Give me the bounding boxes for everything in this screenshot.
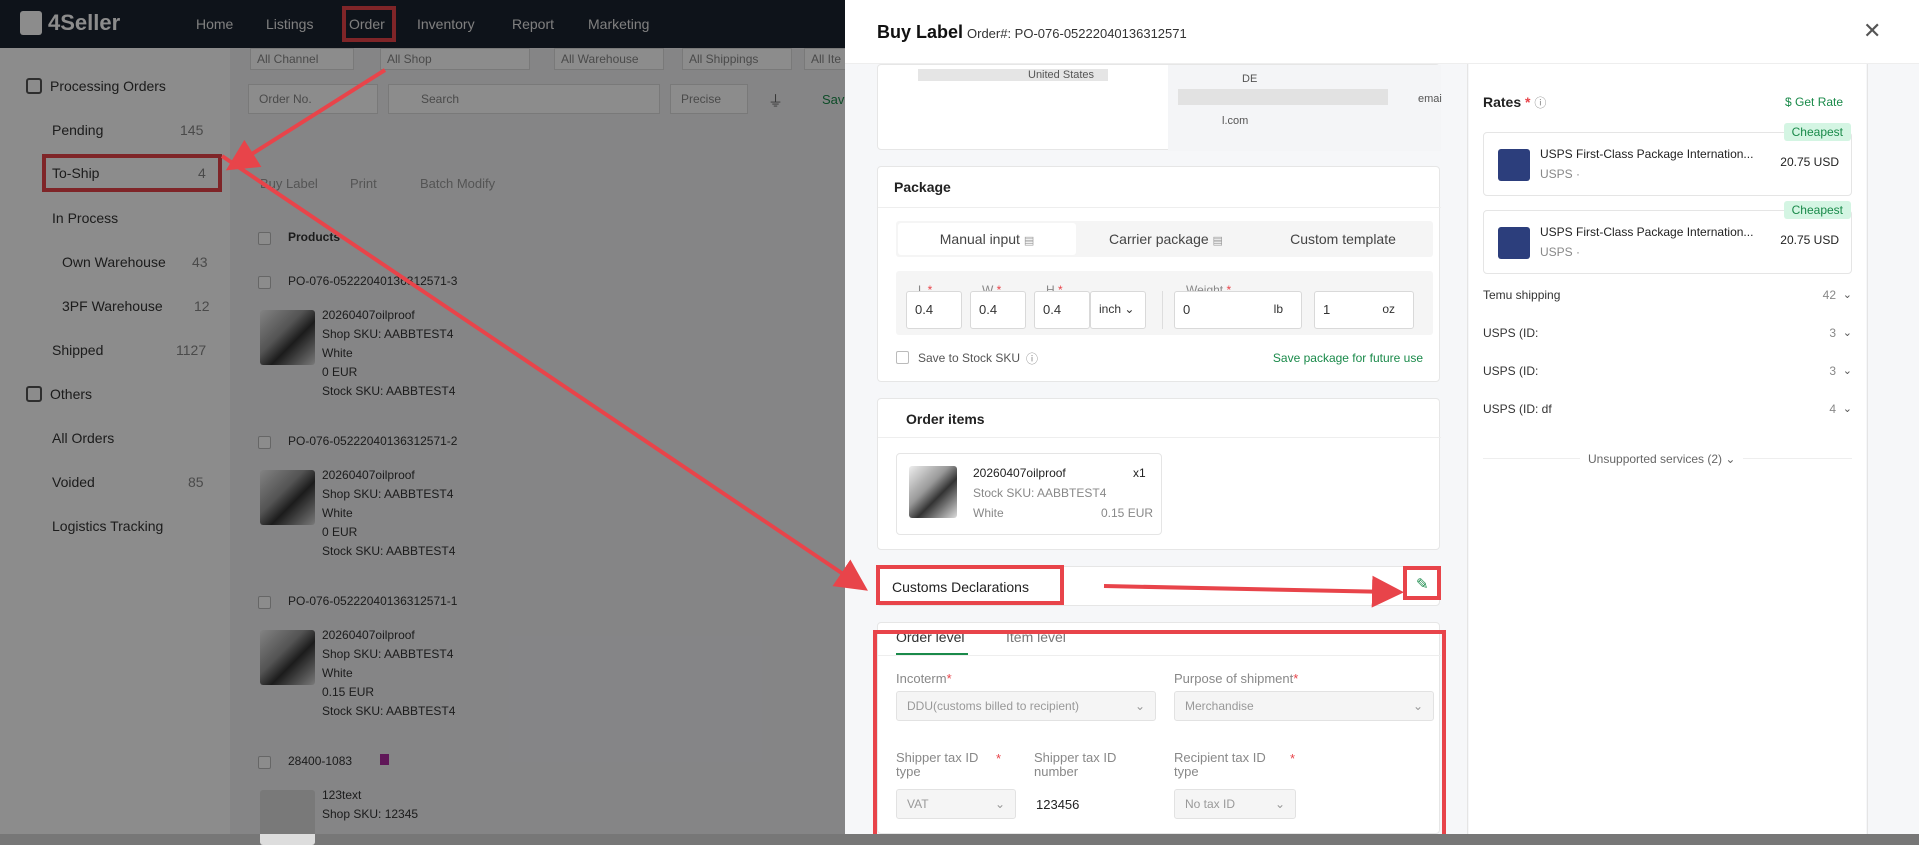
arrow-order-to-toship	[225, 68, 387, 171]
arrow-toship-to-customs	[220, 154, 868, 591]
arrow-customs-to-edit	[1103, 575, 1404, 608]
annotation-arrows	[220, 68, 1404, 608]
